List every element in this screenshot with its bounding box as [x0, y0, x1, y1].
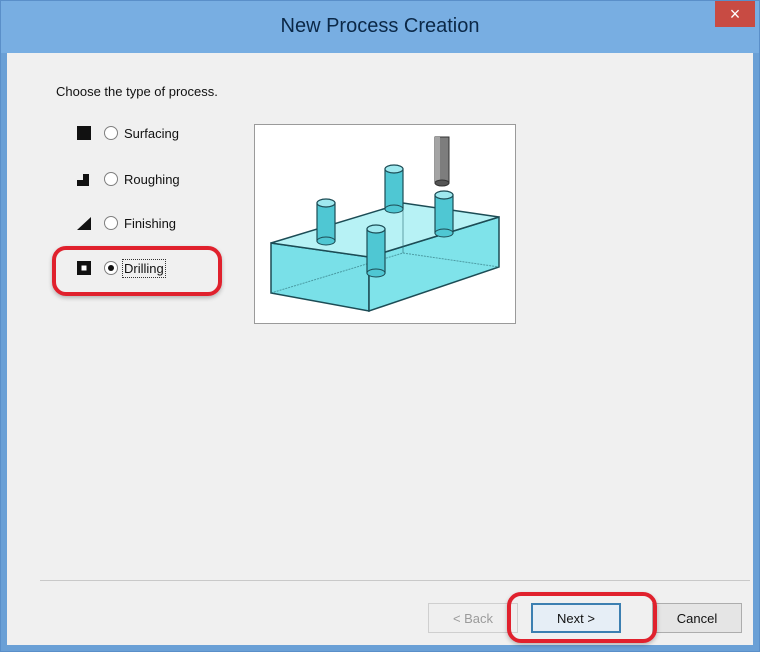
surfacing-radio[interactable]: [104, 126, 118, 140]
close-button[interactable]: ×: [715, 1, 755, 27]
roughing-radio[interactable]: [104, 172, 118, 186]
footer-separator: [40, 580, 750, 581]
drilling-preview-illustration: [270, 136, 500, 313]
preview-image: [254, 124, 516, 324]
option-finishing[interactable]: Finishing: [74, 212, 176, 234]
square-filled-icon: [77, 126, 91, 140]
wedge-icon: [77, 217, 91, 230]
title-bar[interactable]: New Process Creation ×: [1, 1, 759, 53]
option-roughing[interactable]: Roughing: [74, 168, 180, 190]
drilling-highlight: [52, 246, 222, 296]
surfacing-label: Surfacing: [124, 125, 179, 141]
next-highlight: [507, 592, 657, 643]
cancel-button[interactable]: Cancel: [652, 603, 742, 633]
finishing-label: Finishing: [124, 215, 177, 231]
back-button[interactable]: < Back: [428, 603, 518, 633]
roughing-label: Roughing: [124, 171, 180, 187]
window-title: New Process Creation: [280, 15, 480, 37]
finishing-radio[interactable]: [104, 216, 118, 230]
prompt-text: Choose the type of process.: [56, 84, 218, 99]
step-icon: [77, 174, 89, 186]
option-surfacing[interactable]: Surfacing: [74, 122, 179, 144]
close-icon: ×: [729, 3, 741, 24]
